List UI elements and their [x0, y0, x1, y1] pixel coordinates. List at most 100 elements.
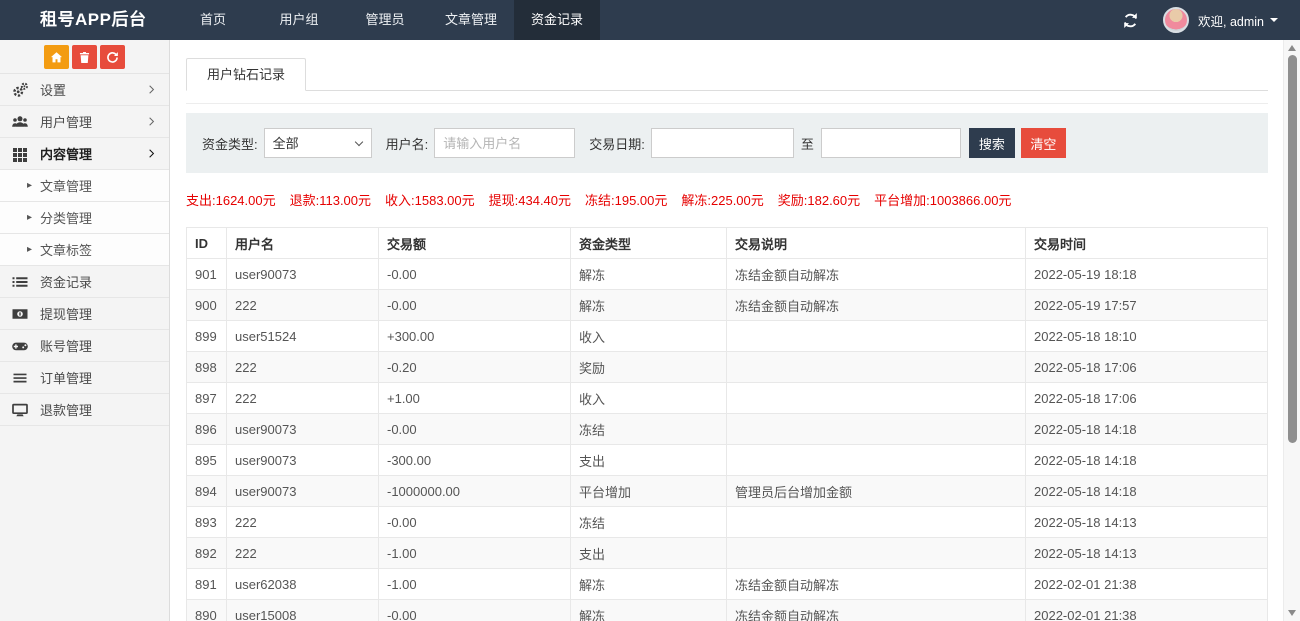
brand-title: 租号APP后台 — [0, 0, 170, 40]
sidebar-item-settings[interactable]: 设置 — [0, 74, 169, 106]
cell-time: 2022-05-18 14:18 — [1026, 414, 1268, 445]
chevron-right-icon — [146, 116, 157, 127]
cell-time: 2022-05-18 14:18 — [1026, 445, 1268, 476]
sidebar-item-refund-management[interactable]: 退款管理 — [0, 394, 169, 426]
nav-item-article-management[interactable]: 文章管理 — [428, 0, 514, 40]
nav-item-fund-records[interactable]: 资金记录 — [514, 0, 600, 40]
cell-amount: -1.00 — [379, 569, 571, 600]
cell-description: 冻结金额自动解冻 — [727, 569, 1026, 600]
table-row: 892222-1.00支出2022-05-18 14:13 — [187, 538, 1268, 569]
list-icon — [12, 274, 28, 290]
table-row: 897222+1.00收入2022-05-18 17:06 — [187, 383, 1268, 414]
cell-amount: -1.00 — [379, 538, 571, 569]
refresh-icon[interactable] — [1122, 12, 1139, 29]
date-to-input[interactable] — [821, 128, 961, 158]
cell-description — [727, 507, 1026, 538]
trash-icon — [78, 51, 91, 64]
nav-item-user-group[interactable]: 用户组 — [256, 0, 342, 40]
cell-username: 222 — [227, 352, 379, 383]
tab-user-diamond-records[interactable]: 用户钻石记录 — [186, 58, 306, 91]
scroll-up-arrow[interactable] — [1288, 45, 1296, 51]
sidebar: 设置用户管理内容管理▸文章管理▸分类管理▸文章标签资金记录提现管理账号管理订单管… — [0, 40, 170, 621]
cell-fund-type: 解冻 — [571, 290, 727, 321]
table-row: 899user51524+300.00收入2022-05-18 18:10 — [187, 321, 1268, 352]
cell-amount: -0.20 — [379, 352, 571, 383]
monitor-icon — [12, 402, 28, 418]
nav-item-home[interactable]: 首页 — [170, 0, 256, 40]
cell-amount: -0.00 — [379, 414, 571, 445]
search-button[interactable]: 搜索 — [969, 128, 1015, 158]
user-menu[interactable]: 欢迎, admin — [1198, 11, 1278, 30]
cell-id: 894 — [187, 476, 227, 507]
sidebar-item-article-management[interactable]: ▸文章管理 — [0, 170, 169, 202]
cell-time: 2022-05-18 18:10 — [1026, 321, 1268, 352]
sidebar-item-category-management[interactable]: ▸分类管理 — [0, 202, 169, 234]
sidebar-item-label: 文章标签 — [40, 240, 92, 259]
sidebar-item-article-tags[interactable]: ▸文章标签 — [0, 234, 169, 266]
sidebar-item-content-management[interactable]: 内容管理 — [0, 138, 169, 170]
cell-username: user90073 — [227, 476, 379, 507]
cell-time: 2022-05-19 17:57 — [1026, 290, 1268, 321]
cell-fund-type: 奖励 — [571, 352, 727, 383]
cell-description — [727, 414, 1026, 445]
summary-item: 收入:1583.00元 — [385, 190, 475, 209]
clear-button[interactable]: 清空 — [1021, 128, 1066, 158]
cell-description — [727, 445, 1026, 476]
sidebar-quick-buttons — [0, 40, 169, 74]
divider — [186, 103, 1268, 104]
home-button[interactable] — [44, 45, 69, 69]
cell-fund-type: 收入 — [571, 383, 727, 414]
table-row: 890user15008-0.00解冻冻结金额自动解冻2022-02-01 21… — [187, 600, 1268, 621]
cell-amount: -0.00 — [379, 600, 571, 621]
sidebar-item-user-management[interactable]: 用户管理 — [0, 106, 169, 138]
chevron-right-icon — [146, 148, 157, 159]
table-row: 896user90073-0.00冻结2022-05-18 14:18 — [187, 414, 1268, 445]
recycle-button[interactable] — [100, 45, 125, 69]
cell-id: 890 — [187, 600, 227, 621]
money-icon — [12, 306, 28, 322]
date-from-input[interactable] — [651, 128, 794, 158]
table-row: 895user90073-300.00支出2022-05-18 14:18 — [187, 445, 1268, 476]
triangle-right-icon: ▸ — [27, 213, 32, 223]
cell-username: user90073 — [227, 445, 379, 476]
cell-description: 冻结金额自动解冻 — [727, 259, 1026, 290]
cell-time: 2022-05-18 17:06 — [1026, 352, 1268, 383]
scrollbar-thumb[interactable] — [1288, 55, 1297, 443]
sidebar-item-label: 内容管理 — [40, 144, 92, 163]
scroll-down-arrow[interactable] — [1288, 610, 1296, 616]
cell-description — [727, 383, 1026, 414]
cell-time: 2022-05-18 17:06 — [1026, 383, 1268, 414]
cell-id: 893 — [187, 507, 227, 538]
cell-fund-type: 冻结 — [571, 414, 727, 445]
sidebar-item-order-management[interactable]: 订单管理 — [0, 362, 169, 394]
cell-username: user90073 — [227, 414, 379, 445]
username-input[interactable] — [434, 128, 575, 158]
caret-down-icon — [1270, 18, 1278, 22]
cell-id: 897 — [187, 383, 227, 414]
cell-fund-type: 支出 — [571, 538, 727, 569]
fund-type-select[interactable]: 全部 — [264, 128, 372, 158]
cell-description — [727, 538, 1026, 569]
sidebar-item-label: 用户管理 — [40, 112, 92, 131]
nav-item-admin[interactable]: 管理员 — [342, 0, 428, 40]
cell-id: 900 — [187, 290, 227, 321]
cell-time: 2022-05-18 14:13 — [1026, 507, 1268, 538]
cell-description: 管理员后台增加金额 — [727, 476, 1026, 507]
trash-button[interactable] — [72, 45, 97, 69]
sidebar-item-withdraw-management[interactable]: 提现管理 — [0, 298, 169, 330]
cell-fund-type: 解冻 — [571, 600, 727, 621]
summary-item: 冻结:195.00元 — [585, 190, 667, 209]
cell-id: 891 — [187, 569, 227, 600]
sidebar-item-fund-records[interactable]: 资金记录 — [0, 266, 169, 298]
cell-fund-type: 冻结 — [571, 507, 727, 538]
table-row: 893222-0.00冻结2022-05-18 14:13 — [187, 507, 1268, 538]
table-row: 900222-0.00解冻冻结金额自动解冻2022-05-19 17:57 — [187, 290, 1268, 321]
gears-icon — [12, 82, 28, 98]
fund-type-label: 资金类型: — [202, 134, 258, 153]
cell-username: user62038 — [227, 569, 379, 600]
recycle-icon — [106, 51, 119, 64]
avatar[interactable] — [1163, 7, 1189, 33]
cell-id: 895 — [187, 445, 227, 476]
sidebar-item-account-management[interactable]: 账号管理 — [0, 330, 169, 362]
column-header-amount: 交易额 — [379, 228, 571, 259]
